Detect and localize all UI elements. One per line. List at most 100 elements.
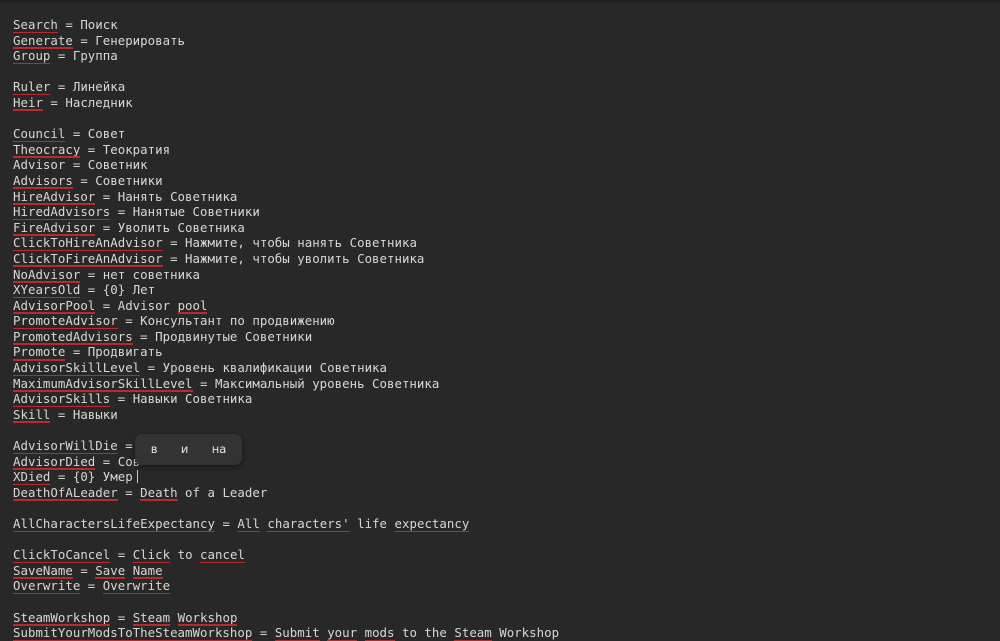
- editor-text: = нет советника: [80, 266, 201, 282]
- editor-text: =: [80, 578, 103, 594]
- misspelled-word: PromotedAdvisors: [13, 328, 133, 345]
- misspelled-word: SteamWorkshop: [13, 609, 111, 626]
- editor-text: = Навыки Советника: [110, 391, 253, 407]
- editor-line[interactable]: MaximumAdvisorSkillLevel = Максимальный …: [13, 376, 1000, 392]
- misspelled-word: Skill: [13, 406, 51, 423]
- editor-text: =: [214, 516, 238, 531]
- editor-line[interactable]: DeathOfALeader = Death of a Leader: [13, 485, 1000, 501]
- editor-text: =: [110, 547, 133, 563]
- editor-text: [260, 516, 267, 531]
- misspelled-word: Overwrite: [102, 578, 171, 595]
- editor-text: [320, 625, 327, 640]
- editor-text: = Поиск: [57, 17, 118, 32]
- editor-line[interactable]: Ruler = Линейка: [13, 79, 1000, 96]
- editor-line[interactable]: XDied = {0} Умер: [13, 469, 1000, 485]
- misspelled-word: NoAdvisor: [13, 266, 81, 283]
- editor-line[interactable]: Skill = Навыки: [13, 407, 1000, 423]
- editor-line[interactable]: SubmitYourModsToTheSteamWorkshop = Submi…: [13, 625, 1000, 641]
- editor-text: = Максимальный уровень Советника: [192, 375, 440, 391]
- misspelled-word: pool: [177, 297, 208, 314]
- editor-text: =: [117, 484, 141, 500]
- editor-line[interactable]: [13, 500, 1000, 516]
- editor-line[interactable]: Promote = Продвигать: [13, 344, 1000, 361]
- editor-text: [357, 625, 364, 640]
- editor-text: = Уровень квалификации Советника: [140, 360, 388, 376]
- misspelled-word: Click: [132, 547, 171, 563]
- misspelled-word: Advisors: [13, 172, 73, 189]
- misspelled-word: ClickToFireAnAdvisor: [13, 250, 163, 267]
- text-caret: [136, 470, 138, 484]
- editor-line[interactable]: Overwrite = Overwrite: [13, 578, 1000, 595]
- editor-line[interactable]: ClickToFireAnAdvisor = Нажмите, чтобы ув…: [13, 251, 1000, 267]
- ime-suggestion-2[interactable]: и: [179, 434, 190, 465]
- editor-text: [170, 610, 177, 625]
- editor-line[interactable]: PromotedAdvisors = Продвинутые Советники: [13, 329, 1000, 345]
- misspelled-word: Group: [13, 48, 51, 64]
- misspelled-word: PromoteAdvisor: [13, 313, 118, 329]
- editor-line[interactable]: ClickToHireAnAdvisor = Нажмите, чтобы на…: [13, 235, 1000, 251]
- editor-line[interactable]: AdvisorPool = Advisor pool: [13, 298, 1000, 314]
- editor-text: to: [170, 547, 201, 563]
- misspelled-word: Submit: [274, 625, 320, 641]
- editor-text: = Сов: [95, 453, 141, 469]
- editor-line[interactable]: [13, 111, 1000, 127]
- editor-line[interactable]: SaveName = Save Name: [13, 563, 1000, 579]
- editor-line[interactable]: AllCharactersLifeExpectancy = All charac…: [13, 516, 1000, 532]
- editor-line[interactable]: HireAdvisor = Нанять Советника: [13, 189, 1000, 205]
- editor-text: = Advisor: [95, 297, 178, 313]
- editor-text: = Продвигать: [65, 344, 163, 360]
- editor-line[interactable]: HiredAdvisors = Нанятые Советники: [13, 204, 1000, 220]
- text-editor-canvas[interactable]: Search = Поиск Generate = Генерировать Gro…: [0, 3, 1000, 641]
- misspelled-word: your: [327, 625, 358, 641]
- editor-line[interactable]: ClickToCancel = Click to cancel: [13, 547, 1000, 563]
- editor-line[interactable]: PromoteAdvisor = Консультант по продвиже…: [13, 313, 1000, 329]
- editor-text: = Генерировать: [72, 32, 186, 48]
- editor-line[interactable]: FireAdvisor = Уволить Советника: [13, 220, 1000, 236]
- editor-text: = Нанять Советника: [95, 188, 238, 204]
- misspelled-word: All: [237, 516, 261, 532]
- misspelled-word: AdvisorDied: [13, 453, 96, 470]
- ime-suggestion-1[interactable]: в: [149, 434, 160, 465]
- editor-text: =: [252, 625, 275, 641]
- editor-line[interactable]: [13, 532, 1000, 548]
- ime-suggestion-popup[interactable]: в и на: [135, 434, 242, 465]
- editor-line[interactable]: Heir = Наследник: [13, 95, 1000, 111]
- editor-line[interactable]: Generate = Генерировать: [13, 33, 1000, 49]
- editor-text: = Продвинутые Советники: [132, 328, 313, 344]
- editor-line[interactable]: AdvisorSkillLevel = Уровень квалификации…: [13, 360, 1000, 376]
- editor-text: Workshop: [491, 625, 560, 641]
- misspelled-word: Promote: [13, 344, 66, 361]
- editor-line[interactable]: Group = Группа: [13, 48, 1000, 64]
- editor-text: life: [349, 516, 395, 531]
- editor-line[interactable]: Theocracy = Теократия: [13, 142, 1000, 158]
- editor-text: = Нанятые Советники: [110, 204, 260, 220]
- misspelled-word: XDied: [13, 469, 51, 485]
- editor-line[interactable]: AdvisorSkills = Навыки Советника: [13, 391, 1000, 407]
- editor-text: [125, 563, 132, 578]
- misspelled-word: Generate: [13, 32, 73, 49]
- misspelled-word: ClickToHireAnAdvisor: [13, 235, 163, 251]
- editor-line[interactable]: Search = Поиск: [13, 17, 1000, 33]
- editor-text: = Советники: [72, 172, 163, 188]
- editor-text: = Навыки: [50, 406, 118, 422]
- editor-line[interactable]: [13, 64, 1000, 80]
- editor-text: = Теократия: [80, 141, 171, 157]
- misspelled-word: ClickToCancel: [13, 547, 111, 563]
- misspelled-word: AdvisorSkills: [13, 391, 111, 407]
- editor-text: = Нажмите, чтобы нанять Советника: [162, 235, 417, 251]
- misspelled-word: MaximumAdvisorSkillLevel: [13, 375, 193, 392]
- editor-line[interactable]: XYearsOld = {0} Лет: [13, 282, 1000, 298]
- editor-line[interactable]: Council = Совет: [13, 126, 1000, 142]
- ime-suggestion-3[interactable]: на: [210, 434, 229, 465]
- editor-line[interactable]: NoAdvisor = нет советника: [13, 267, 1000, 283]
- editor-line[interactable]: Advisor = Советник: [13, 157, 1000, 173]
- editor-line[interactable]: SteamWorkshop = Steam Workshop: [13, 610, 1000, 626]
- editor-line[interactable]: [13, 594, 1000, 610]
- misspelled-word: AllCharactersLifeExpectancy: [13, 516, 215, 532]
- editor-text: = {0} Умер: [50, 469, 133, 485]
- misspelled-word: SaveName: [13, 562, 73, 579]
- editor-line[interactable]: Advisors = Советники: [13, 173, 1000, 189]
- misspelled-word: HireAdvisor: [13, 188, 96, 205]
- editor-text: = Совет: [65, 126, 126, 142]
- misspelled-word: Steam: [454, 625, 493, 641]
